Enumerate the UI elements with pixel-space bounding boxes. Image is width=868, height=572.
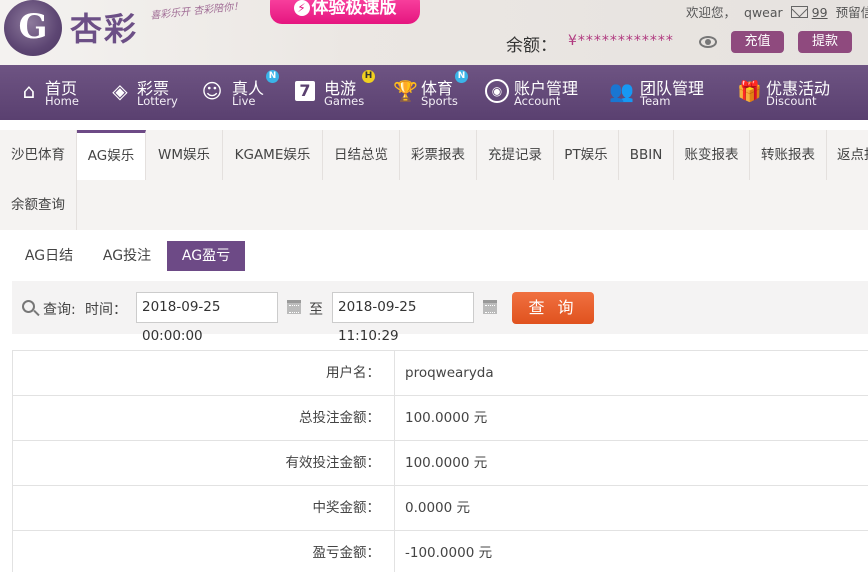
nav-sublabel: Live: [232, 94, 256, 108]
reserved-info-link[interactable]: 预留信: [836, 5, 868, 20]
promo-banner-button[interactable]: ⚡ 体验极速版: [270, 0, 420, 24]
nav-sublabel: Team: [640, 94, 671, 108]
tab-bbin[interactable]: BBIN: [619, 130, 674, 180]
main-nav: ⌂ 首页 Home ◈ 彩票 Lottery ☺ 真人 N Live 7 电游 …: [0, 65, 868, 120]
time-label: 时间：: [85, 302, 127, 318]
table-row: 用户名： proqwearyda: [13, 351, 868, 396]
table-row: 有效投注金额： 100.0000 元: [13, 441, 868, 486]
new-badge: N: [266, 70, 279, 83]
tab-transfer-report[interactable]: 转账报表: [750, 130, 827, 180]
row-label: 盈亏金额：: [13, 531, 395, 572]
to-label: 至: [309, 302, 323, 318]
result-table: 用户名： proqwearyda 总投注金额： 100.0000 元 有效投注金…: [12, 350, 868, 572]
eye-icon[interactable]: [699, 36, 717, 48]
new-badge: N: [455, 70, 468, 83]
end-date-input[interactable]: 2018-09-25 11:10:29: [332, 292, 474, 344]
row-value: 100.0000 元: [405, 410, 488, 426]
nav-sublabel: Lottery: [137, 94, 178, 108]
table-row: 中奖金额： 0.0000 元: [13, 486, 868, 531]
tab-deposit-withdraw[interactable]: 充提记录: [477, 130, 554, 180]
nav-sublabel: Discount: [766, 94, 817, 108]
tab-lottery-report[interactable]: 彩票报表: [400, 130, 477, 180]
balance-label: 余额：: [506, 36, 557, 56]
table-row: 总投注金额： 100.0000 元: [13, 396, 868, 441]
nav-sublabel: Sports: [421, 94, 458, 108]
username[interactable]: qwear: [744, 5, 783, 20]
tab-pt[interactable]: PT娱乐: [554, 130, 619, 180]
recharge-button[interactable]: 充值: [731, 31, 784, 53]
table-row: 盈亏金额： -100.0000 元: [13, 531, 868, 572]
tab-wm[interactable]: WM娱乐: [146, 130, 223, 180]
welcome-bar: 欢迎您， qwear 99 预留信: [686, 2, 868, 21]
nav-sublabel: Account: [514, 94, 561, 108]
nav-home[interactable]: ⌂ 首页 Home: [17, 65, 97, 120]
row-label: 总投注金额：: [13, 396, 395, 440]
lightning-icon: ⚡: [293, 0, 310, 16]
mail-icon[interactable]: [790, 6, 808, 18]
account-icon: ◉: [485, 79, 509, 103]
row-label: 中奖金额：: [13, 486, 395, 530]
nav-sublabel: Games: [324, 94, 365, 108]
message-count[interactable]: 99: [812, 5, 828, 20]
games-icon: 7: [295, 81, 315, 101]
logo-text[interactable]: 杏彩: [70, 4, 138, 50]
withdraw-button[interactable]: 提款: [798, 31, 852, 53]
nav-team[interactable]: 👥 团队管理 Team: [609, 65, 709, 120]
logo-icon[interactable]: G: [4, 0, 62, 56]
row-label: 用户名：: [13, 351, 395, 395]
subtab-ag-profit[interactable]: AG盈亏: [167, 241, 245, 271]
tab-daily-overview[interactable]: 日结总览: [323, 130, 400, 180]
row-value: 0.0000 元: [405, 500, 471, 516]
lottery-icon: ◈: [112, 79, 128, 103]
gift-icon: 🎁: [737, 79, 762, 103]
hot-badge: H: [362, 70, 375, 83]
team-icon: 👥: [609, 79, 634, 103]
subtab-ag-daily[interactable]: AG日结: [12, 241, 86, 271]
live-icon: ☺: [201, 79, 223, 103]
query-label: 查询:: [43, 302, 76, 318]
trophy-icon: 🏆: [393, 79, 418, 103]
row-value: -100.0000 元: [405, 545, 493, 561]
calendar-icon[interactable]: [483, 300, 497, 314]
balance-value: ¥************: [568, 33, 674, 49]
tab-rebate-report[interactable]: 返点报表: [827, 130, 868, 180]
nav-lottery[interactable]: ◈ 彩票 Lottery: [108, 65, 188, 120]
nav-live[interactable]: ☺ 真人 N Live: [200, 65, 280, 120]
home-icon: ⌂: [22, 79, 36, 103]
query-bar: 查询: 时间： 2018-09-25 00:00:00 至 2018-09-25…: [12, 281, 868, 344]
nav-games[interactable]: 7 电游 H Games: [295, 65, 375, 120]
row-value: 100.0000 元: [405, 455, 488, 471]
nav-discount[interactable]: 🎁 优惠活动 Discount: [737, 65, 847, 120]
header: G 杏彩 喜彩乐开 杏彩陪你！ ⚡ 体验极速版 欢迎您， qwear 99 预留信 余额…: [0, 0, 868, 65]
nav-account[interactable]: ◉ 账户管理 Account: [485, 65, 585, 120]
promo-label: 体验极速版: [311, 0, 397, 18]
report-tabs: 沙巴体育 AG娱乐 WM娱乐 KGAME娱乐 日结总览 彩票报表 充提记录 PT…: [0, 130, 868, 230]
subtab-ag-bets[interactable]: AG投注: [90, 241, 164, 271]
tab-ag[interactable]: AG娱乐: [77, 130, 146, 180]
welcome-text: 欢迎您，: [686, 5, 737, 20]
slogan: 喜彩乐开 杏彩陪你！: [149, 1, 244, 22]
calendar-icon[interactable]: [287, 300, 301, 314]
tab-account-change[interactable]: 账变报表: [674, 130, 750, 180]
nav-sublabel: Home: [45, 94, 79, 108]
row-label: 有效投注金额：: [13, 441, 395, 485]
tab-saba-sports[interactable]: 沙巴体育: [0, 130, 77, 180]
nav-sports[interactable]: 🏆 体育 N Sports: [393, 65, 473, 120]
search-icon: [22, 300, 35, 313]
row-value: proqwearyda: [405, 365, 494, 381]
tab-kgame[interactable]: KGAME娱乐: [223, 130, 323, 180]
start-date-input[interactable]: 2018-09-25 00:00:00: [136, 292, 278, 344]
query-button[interactable]: 查 询: [512, 292, 594, 324]
tab-balance-query[interactable]: 余额查询: [0, 180, 77, 230]
